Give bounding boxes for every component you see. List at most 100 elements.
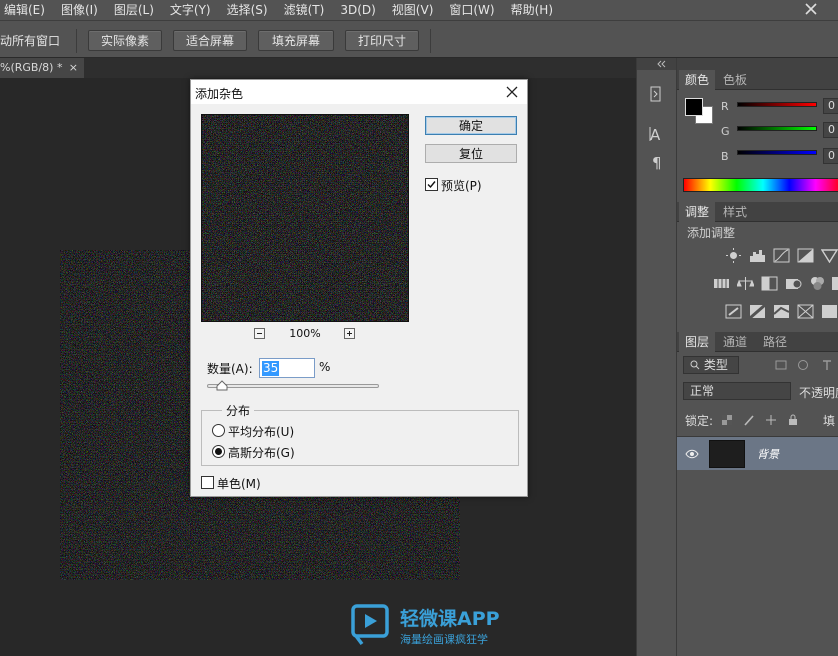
monochromatic-label[interactable]: 单色(M) xyxy=(217,475,261,492)
monochromatic-checkbox[interactable] xyxy=(201,476,214,489)
tab-adjustments[interactable]: 调整 xyxy=(679,202,716,222)
gaussian-label[interactable]: 高斯分布(G) xyxy=(228,444,295,461)
levels-icon[interactable] xyxy=(749,248,766,263)
tab-layers[interactable]: 图层 xyxy=(679,332,716,352)
history-icon[interactable] xyxy=(647,84,667,104)
ok-button[interactable]: 确定 xyxy=(425,116,517,135)
menu-type[interactable]: 文字(Y) xyxy=(162,0,219,20)
panel-strip xyxy=(677,58,838,70)
layer-name[interactable]: 背景 xyxy=(757,446,779,462)
selective-color-icon[interactable] xyxy=(797,304,814,319)
hue-saturation-icon[interactable] xyxy=(713,276,730,291)
amount-input[interactable]: 35 xyxy=(259,358,315,378)
tab-styles[interactable]: 样式 xyxy=(717,202,753,222)
window-close-icon[interactable] xyxy=(804,2,818,16)
tab-paths[interactable]: 路径 xyxy=(757,332,793,352)
foreground-swatch[interactable] xyxy=(685,98,703,116)
fit-screen-button[interactable]: 适合屏幕 xyxy=(173,30,247,51)
collapse-strip[interactable] xyxy=(637,58,677,70)
menu-help[interactable]: 帮助(H) xyxy=(503,0,561,20)
gradient-map-icon[interactable] xyxy=(821,304,838,319)
vibrance-icon[interactable] xyxy=(821,248,838,263)
type-filter-icon[interactable] xyxy=(821,359,833,371)
panel-icon-column: A ¶ xyxy=(636,58,677,656)
tab-swatches[interactable]: 色板 xyxy=(717,70,753,90)
reset-button[interactable]: 复位 xyxy=(425,144,517,163)
fill-label: 填 xyxy=(823,414,836,428)
image-filter-icon[interactable] xyxy=(775,359,787,371)
red-value[interactable]: 0 xyxy=(823,98,838,114)
menu-select[interactable]: 选择(S) xyxy=(219,0,276,20)
lock-all-icon[interactable] xyxy=(787,414,799,426)
tab-close-icon[interactable]: × xyxy=(69,58,78,78)
character-icon[interactable]: A xyxy=(647,124,667,144)
brightness-icon[interactable] xyxy=(725,248,742,263)
green-label: G xyxy=(721,125,730,138)
amount-slider-thumb[interactable] xyxy=(216,380,228,391)
lock-image-icon[interactable] xyxy=(743,414,755,426)
document-tab[interactable]: %(RGB/8) * × xyxy=(0,58,84,78)
paragraph-icon[interactable]: ¶ xyxy=(647,152,667,172)
lock-label: 锁定: xyxy=(685,414,714,428)
right-panels: 颜色 色板 R 0 G 0 B 0 调整 样式 添加调整 图层 通道 路径 类型… xyxy=(676,58,838,656)
black-white-icon[interactable] xyxy=(761,276,778,291)
red-slider[interactable] xyxy=(737,102,817,107)
photo-filter-icon[interactable] xyxy=(785,276,802,291)
green-slider[interactable] xyxy=(737,126,817,131)
adjustment-filter-icon[interactable] xyxy=(797,359,809,371)
posterize-icon[interactable] xyxy=(749,304,766,319)
dialog-title: 添加杂色 xyxy=(195,87,244,101)
close-icon[interactable] xyxy=(505,85,519,99)
blend-mode-value: 正常 xyxy=(690,384,715,398)
actual-pixels-button[interactable]: 实际像素 xyxy=(88,30,162,51)
watermark-title: 轻微课APP xyxy=(400,608,500,630)
lock-transparent-icon[interactable] xyxy=(721,414,733,426)
curves-icon[interactable] xyxy=(773,248,790,263)
preview-checkbox[interactable] xyxy=(425,178,438,191)
tab-color[interactable]: 颜色 xyxy=(679,70,716,90)
threshold-icon[interactable] xyxy=(773,304,790,319)
channel-mixer-icon[interactable] xyxy=(809,276,826,291)
color-spectrum[interactable] xyxy=(683,178,838,192)
layer-filter-dropdown[interactable]: 类型 xyxy=(683,356,739,374)
tab-channels[interactable]: 通道 xyxy=(717,332,753,352)
blend-mode-dropdown[interactable]: 正常 xyxy=(683,382,791,400)
green-value[interactable]: 0 xyxy=(823,122,838,138)
dialog-titlebar[interactable]: 添加杂色 xyxy=(191,80,527,104)
add-adjustment-label: 添加调整 xyxy=(687,226,736,240)
amount-value: 35 xyxy=(262,361,280,376)
visibility-eye-icon[interactable] xyxy=(685,449,699,459)
filter-preview[interactable] xyxy=(201,114,409,322)
print-size-button[interactable]: 打印尺寸 xyxy=(345,30,419,51)
amount-slider-track[interactable] xyxy=(207,384,379,388)
exposure-icon[interactable] xyxy=(797,248,814,263)
menu-3d[interactable]: 3D(D) xyxy=(332,0,383,20)
double-chevron-left-icon xyxy=(657,60,666,68)
zoom-controls: 100% xyxy=(201,326,409,342)
color-balance-icon[interactable] xyxy=(737,276,754,291)
menu-layer[interactable]: 图层(L) xyxy=(106,0,162,20)
lock-position-icon[interactable] xyxy=(765,414,777,426)
preview-label[interactable]: 预览(P) xyxy=(441,177,482,194)
amount-unit: % xyxy=(319,360,331,374)
adjust-panel-tabs: 调整 样式 xyxy=(677,202,838,222)
zoom-in-button[interactable] xyxy=(344,328,355,339)
menu-window[interactable]: 窗口(W) xyxy=(441,0,502,20)
uniform-radio[interactable] xyxy=(212,424,225,437)
gaussian-radio[interactable] xyxy=(212,445,225,458)
layer-row-background[interactable]: 背景 xyxy=(677,436,838,470)
color-lookup-icon[interactable] xyxy=(831,276,838,291)
divider xyxy=(76,29,77,53)
scroll-all-windows-label[interactable]: 动所有窗口 xyxy=(0,32,60,49)
menu-edit[interactable]: 编辑(E) xyxy=(0,0,53,20)
menu-view[interactable]: 视图(V) xyxy=(384,0,442,20)
menu-image[interactable]: 图像(I) xyxy=(53,0,106,20)
layer-thumbnail xyxy=(709,440,745,468)
blue-slider[interactable] xyxy=(737,150,817,155)
layer-filter-label: 类型 xyxy=(703,358,728,372)
invert-icon[interactable] xyxy=(725,304,742,319)
fill-screen-button[interactable]: 填充屏幕 xyxy=(258,30,334,51)
blue-value[interactable]: 0 xyxy=(823,148,838,164)
menu-filter[interactable]: 滤镜(T) xyxy=(276,0,333,20)
uniform-label[interactable]: 平均分布(U) xyxy=(228,423,294,440)
